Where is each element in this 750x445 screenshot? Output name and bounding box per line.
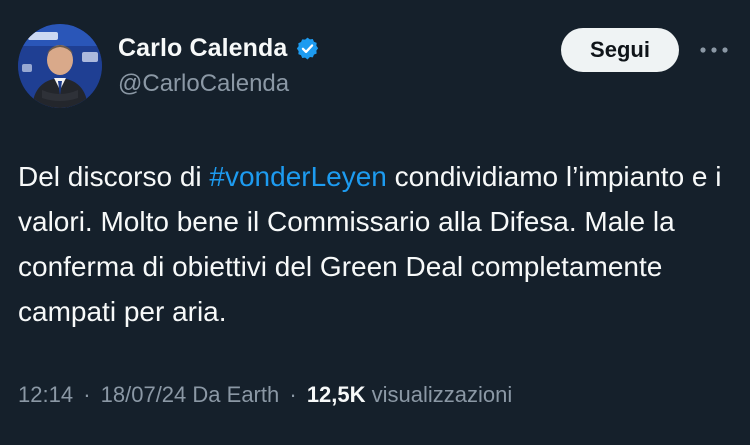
views-count[interactable]: 12,5K <box>307 382 366 407</box>
more-options-icon[interactable] <box>696 38 732 62</box>
tweet-meta: 12:14 · 18/07/24 Da Earth · 12,5K visual… <box>18 382 512 408</box>
tweet-time[interactable]: 12:14 <box>18 382 73 407</box>
tweet-card: Carlo Calenda @CarloCalenda Segui Del di… <box>0 0 750 445</box>
meta-separator: · <box>83 382 91 407</box>
follow-button[interactable]: Segui <box>561 28 679 72</box>
tweet-header: Carlo Calenda @CarloCalenda Segui <box>18 24 732 108</box>
meta-separator: · <box>289 382 297 407</box>
hashtag-link[interactable]: #vonderLeyen <box>209 161 386 192</box>
tweet-text: Del discorso di #vonderLeyen condividiam… <box>18 154 732 334</box>
views-label: visualizzazioni <box>371 382 513 407</box>
avatar-photo-icon <box>18 24 102 108</box>
tweet-date[interactable]: 18/07/24 <box>101 382 187 407</box>
author-handle[interactable]: @CarloCalenda <box>118 70 289 98</box>
verified-badge-icon[interactable] <box>295 36 320 61</box>
tweet-source: Da Earth <box>192 382 280 407</box>
author-display-name[interactable]: Carlo Calenda <box>118 34 287 63</box>
tweet-text-intro: Del discorso di <box>18 161 210 192</box>
author-name-row: Carlo Calenda <box>118 34 320 63</box>
avatar[interactable] <box>18 24 102 108</box>
